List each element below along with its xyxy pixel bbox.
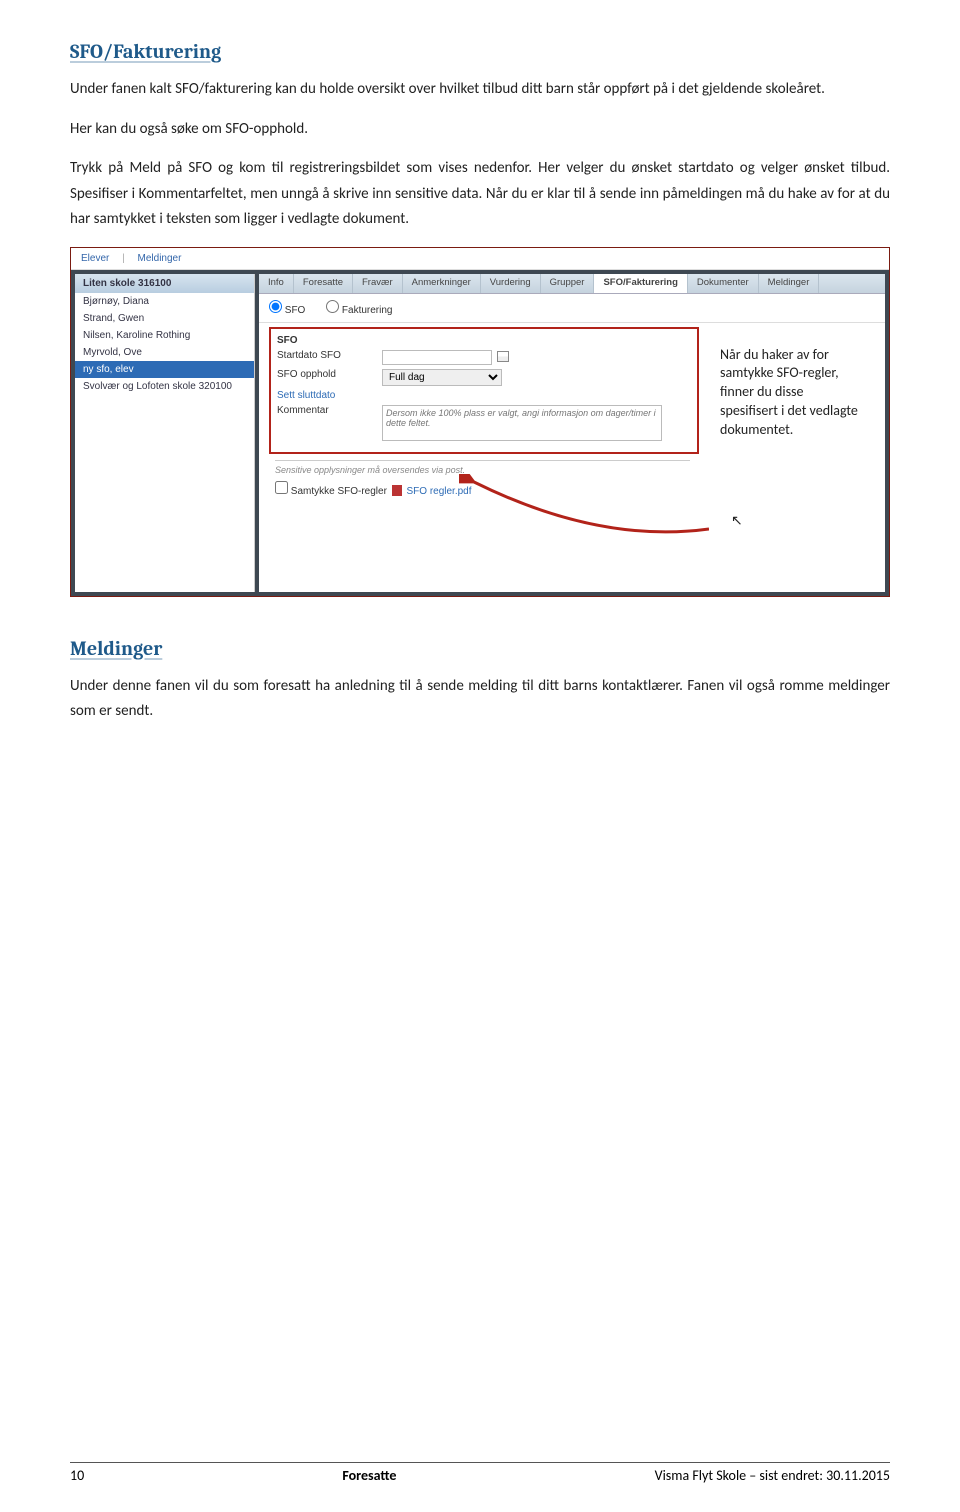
tab[interactable]: Info [259, 274, 294, 293]
label-startdato: Startdato SFO [277, 350, 382, 361]
paragraph: Under denne fanen vil du som foresatt ha… [70, 674, 890, 725]
consent-row: Samtykke SFO-regler SFO regler.pdf [275, 481, 690, 497]
input-startdato[interactable] [382, 350, 492, 365]
tab[interactable]: Meldinger [759, 274, 820, 293]
label-opphold: SFO opphold [277, 369, 382, 380]
sidebar-header: Liten skole 316100 [75, 274, 254, 293]
tab[interactable]: Fravær [353, 274, 403, 293]
topbar-link-meldinger[interactable]: Meldinger [138, 253, 182, 264]
tab[interactable]: Vurdering [481, 274, 541, 293]
paragraph: Under fanen kalt SFO/fakturering kan du … [70, 77, 890, 103]
tab[interactable]: SFO/Fakturering [594, 274, 687, 293]
label-kommentar: Kommentar [277, 405, 382, 416]
sidebar-item[interactable]: ny sfo, elev [75, 361, 254, 378]
tab[interactable]: Grupper [541, 274, 595, 293]
app-topbar: Elever | Meldinger [71, 248, 889, 270]
topbar-link-elever[interactable]: Elever [81, 253, 109, 264]
sidebar-item[interactable]: Svolvær og Lofoten skole 320100 [75, 378, 254, 395]
page-footer: 10 Foresatte Visma Flyt Skole – sist end… [70, 1462, 890, 1484]
tab[interactable]: Dokumenter [688, 274, 759, 293]
radio-fakturering[interactable]: Fakturering [326, 305, 392, 316]
textarea-kommentar[interactable] [382, 405, 662, 441]
sidebar-item[interactable]: Nilsen, Karoline Rothing [75, 327, 254, 344]
tab[interactable]: Anmerkninger [403, 274, 481, 293]
footer-page-number: 10 [70, 1467, 84, 1484]
sensitive-note: Sensitive opplysninger må oversendes via… [275, 460, 690, 479]
select-opphold[interactable]: Full dag [382, 369, 502, 386]
callout-box: Når du haker av for samtykke SFO-regler,… [712, 336, 867, 450]
tab[interactable]: Foresatte [294, 274, 353, 293]
tab-bar: InfoForesatteFraværAnmerkningerVurdering… [259, 274, 885, 294]
sidebar-item[interactable]: Strand, Gwen [75, 310, 254, 327]
calendar-icon[interactable] [497, 351, 509, 362]
footer-right: Visma Flyt Skole – sist endret: 30.11.20… [655, 1467, 890, 1484]
paragraph: Her kan du også søke om SFO-opphold. [70, 117, 890, 143]
footer-center: Foresatte [342, 1467, 396, 1484]
sfo-form: SFO Startdato SFO SFO opphold Full dag [269, 327, 699, 454]
heading-meldinger: Meldinger [70, 637, 890, 660]
radio-sfo[interactable]: SFO [269, 305, 305, 316]
main-panel: InfoForesatteFraværAnmerkningerVurdering… [259, 274, 885, 592]
checkbox-consent[interactable] [275, 481, 288, 494]
sidebar: Liten skole 316100 Bjørnøy, DianaStrand,… [75, 274, 255, 592]
sidebar-item[interactable]: Myrvold, Ove [75, 344, 254, 361]
consent-label: Samtykke SFO-regler [291, 486, 387, 497]
consent-doc-link[interactable]: SFO regler.pdf [406, 486, 471, 497]
radio-row: SFO Fakturering [259, 294, 885, 323]
pdf-icon [392, 485, 402, 496]
heading-sfo-fakturering: SFO/Fakturering [70, 40, 890, 63]
link-sluttdato[interactable]: Sett sluttdato [277, 390, 382, 401]
sidebar-item[interactable]: Bjørnøy, Diana [75, 293, 254, 310]
embedded-screenshot: Elever | Meldinger Liten skole 316100 Bj… [70, 247, 890, 597]
form-heading: SFO [277, 335, 382, 346]
paragraph: Trykk på Meld på SFO og kom til registre… [70, 156, 890, 233]
cursor-icon: ↖ [731, 512, 743, 529]
